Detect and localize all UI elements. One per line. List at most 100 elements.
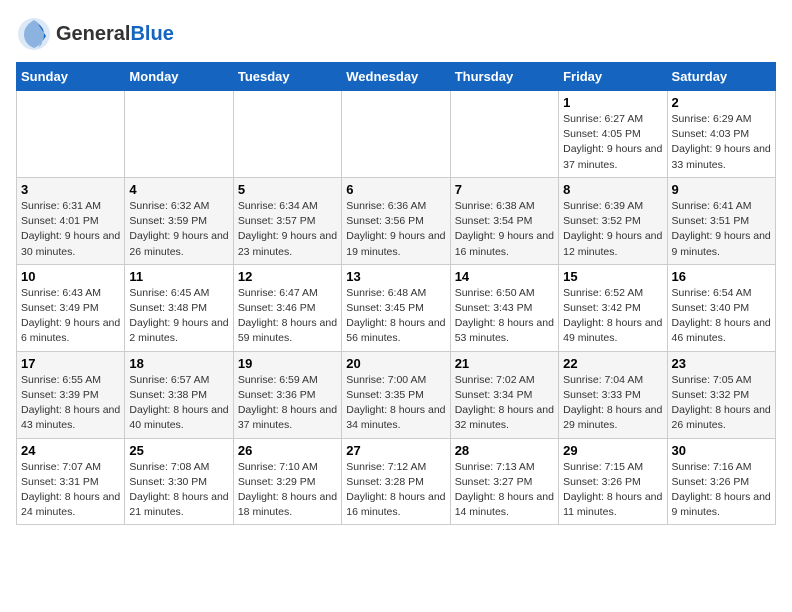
calendar-cell: 15 Sunrise: 6:52 AM Sunset: 3:42 PM Dayli…	[559, 264, 667, 351]
day-number: 15	[563, 269, 662, 284]
day-number: 2	[672, 95, 771, 110]
day-number: 24	[21, 443, 120, 458]
day-number: 30	[672, 443, 771, 458]
day-detail: Sunrise: 6:41 AM Sunset: 3:51 PM Dayligh…	[672, 199, 771, 260]
day-detail: Sunrise: 6:36 AM Sunset: 3:56 PM Dayligh…	[346, 199, 445, 260]
day-detail: Sunrise: 7:05 AM Sunset: 3:32 PM Dayligh…	[672, 373, 771, 434]
day-detail: Sunrise: 7:16 AM Sunset: 3:26 PM Dayligh…	[672, 460, 771, 521]
day-detail: Sunrise: 6:27 AM Sunset: 4:05 PM Dayligh…	[563, 112, 662, 173]
calendar-header-row: SundayMondayTuesdayWednesdayThursdayFrid…	[17, 63, 776, 91]
day-number: 21	[455, 356, 554, 371]
calendar-cell: 30 Sunrise: 7:16 AM Sunset: 3:26 PM Dayli…	[667, 438, 775, 525]
day-number: 20	[346, 356, 445, 371]
calendar-cell: 12Sunrise: 6:47 AM Sunset: 3:46 PM Dayli…	[233, 264, 341, 351]
calendar-cell: 21Sunrise: 7:02 AM Sunset: 3:34 PM Dayli…	[450, 351, 558, 438]
calendar-header-tuesday: Tuesday	[233, 63, 341, 91]
day-number: 19	[238, 356, 337, 371]
day-detail: Sunrise: 7:07 AM Sunset: 3:31 PM Dayligh…	[21, 460, 120, 521]
day-detail: Sunrise: 6:32 AM Sunset: 3:59 PM Dayligh…	[129, 199, 228, 260]
calendar-table: SundayMondayTuesdayWednesdayThursdayFrid…	[16, 62, 776, 525]
day-detail: Sunrise: 6:55 AM Sunset: 3:39 PM Dayligh…	[21, 373, 120, 434]
calendar-cell: 9 Sunrise: 6:41 AM Sunset: 3:51 PM Daylig…	[667, 177, 775, 264]
page-header: GeneralBlue	[16, 16, 776, 52]
calendar-week-3: 10 Sunrise: 6:43 AM Sunset: 3:49 PM Dayli…	[17, 264, 776, 351]
day-detail: Sunrise: 7:08 AM Sunset: 3:30 PM Dayligh…	[129, 460, 228, 521]
calendar-cell	[17, 91, 125, 178]
day-number: 12	[238, 269, 337, 284]
day-number: 29	[563, 443, 662, 458]
day-detail: Sunrise: 7:12 AM Sunset: 3:28 PM Dayligh…	[346, 460, 445, 521]
calendar-cell: 24 Sunrise: 7:07 AM Sunset: 3:31 PM Dayli…	[17, 438, 125, 525]
calendar-week-4: 17 Sunrise: 6:55 AM Sunset: 3:39 PM Dayli…	[17, 351, 776, 438]
calendar-cell: 13 Sunrise: 6:48 AM Sunset: 3:45 PM Dayli…	[342, 264, 450, 351]
day-detail: Sunrise: 6:48 AM Sunset: 3:45 PM Dayligh…	[346, 286, 445, 347]
day-number: 22	[563, 356, 662, 371]
calendar-cell: 22 Sunrise: 7:04 AM Sunset: 3:33 PM Dayli…	[559, 351, 667, 438]
calendar-cell: 4Sunrise: 6:32 AM Sunset: 3:59 PM Daylig…	[125, 177, 233, 264]
day-detail: Sunrise: 7:13 AM Sunset: 3:27 PM Dayligh…	[455, 460, 554, 521]
day-detail: Sunrise: 6:57 AM Sunset: 3:38 PM Dayligh…	[129, 373, 228, 434]
day-number: 6	[346, 182, 445, 197]
calendar-cell: 16 Sunrise: 6:54 AM Sunset: 3:40 PM Dayli…	[667, 264, 775, 351]
calendar-cell: 19 Sunrise: 6:59 AM Sunset: 3:36 PM Dayli…	[233, 351, 341, 438]
day-detail: Sunrise: 7:10 AM Sunset: 3:29 PM Dayligh…	[238, 460, 337, 521]
day-number: 11	[129, 269, 228, 284]
calendar-cell: 28 Sunrise: 7:13 AM Sunset: 3:27 PM Dayli…	[450, 438, 558, 525]
calendar-cell: 27 Sunrise: 7:12 AM Sunset: 3:28 PM Dayli…	[342, 438, 450, 525]
day-detail: Sunrise: 7:00 AM Sunset: 3:35 PM Dayligh…	[346, 373, 445, 434]
day-number: 9	[672, 182, 771, 197]
day-detail: Sunrise: 6:43 AM Sunset: 3:49 PM Dayligh…	[21, 286, 120, 347]
day-number: 7	[455, 182, 554, 197]
calendar-cell: 29 Sunrise: 7:15 AM Sunset: 3:26 PM Dayli…	[559, 438, 667, 525]
day-number: 26	[238, 443, 337, 458]
day-number: 17	[21, 356, 120, 371]
calendar-week-2: 3 Sunrise: 6:31 AM Sunset: 4:01 PM Daylig…	[17, 177, 776, 264]
calendar-cell: 20 Sunrise: 7:00 AM Sunset: 3:35 PM Dayli…	[342, 351, 450, 438]
calendar-cell: 26 Sunrise: 7:10 AM Sunset: 3:29 PM Dayli…	[233, 438, 341, 525]
day-number: 25	[129, 443, 228, 458]
day-number: 14	[455, 269, 554, 284]
calendar-cell: 11 Sunrise: 6:45 AM Sunset: 3:48 PM Dayli…	[125, 264, 233, 351]
day-number: 27	[346, 443, 445, 458]
day-number: 18	[129, 356, 228, 371]
day-detail: Sunrise: 6:50 AM Sunset: 3:43 PM Dayligh…	[455, 286, 554, 347]
calendar-cell: 8 Sunrise: 6:39 AM Sunset: 3:52 PM Daylig…	[559, 177, 667, 264]
day-number: 13	[346, 269, 445, 284]
calendar-cell: 1 Sunrise: 6:27 AM Sunset: 4:05 PM Daylig…	[559, 91, 667, 178]
day-detail: Sunrise: 7:04 AM Sunset: 3:33 PM Dayligh…	[563, 373, 662, 434]
calendar-week-1: 1 Sunrise: 6:27 AM Sunset: 4:05 PM Daylig…	[17, 91, 776, 178]
day-detail: Sunrise: 6:52 AM Sunset: 3:42 PM Dayligh…	[563, 286, 662, 347]
calendar-cell: 2 Sunrise: 6:29 AM Sunset: 4:03 PM Daylig…	[667, 91, 775, 178]
calendar-cell: 17 Sunrise: 6:55 AM Sunset: 3:39 PM Dayli…	[17, 351, 125, 438]
day-number: 8	[563, 182, 662, 197]
calendar-cell: 7 Sunrise: 6:38 AM Sunset: 3:54 PM Daylig…	[450, 177, 558, 264]
calendar-cell	[125, 91, 233, 178]
calendar-cell	[342, 91, 450, 178]
calendar-header-wednesday: Wednesday	[342, 63, 450, 91]
day-detail: Sunrise: 6:39 AM Sunset: 3:52 PM Dayligh…	[563, 199, 662, 260]
day-number: 1	[563, 95, 662, 110]
calendar-week-5: 24 Sunrise: 7:07 AM Sunset: 3:31 PM Dayli…	[17, 438, 776, 525]
day-number: 23	[672, 356, 771, 371]
calendar-cell	[233, 91, 341, 178]
day-number: 5	[238, 182, 337, 197]
day-detail: Sunrise: 6:29 AM Sunset: 4:03 PM Dayligh…	[672, 112, 771, 173]
day-number: 28	[455, 443, 554, 458]
calendar-cell: 5Sunrise: 6:34 AM Sunset: 3:57 PM Daylig…	[233, 177, 341, 264]
calendar-cell: 14 Sunrise: 6:50 AM Sunset: 3:43 PM Dayli…	[450, 264, 558, 351]
logo-blue: Blue	[130, 23, 173, 45]
day-detail: Sunrise: 7:15 AM Sunset: 3:26 PM Dayligh…	[563, 460, 662, 521]
calendar-header-saturday: Saturday	[667, 63, 775, 91]
day-detail: Sunrise: 6:38 AM Sunset: 3:54 PM Dayligh…	[455, 199, 554, 260]
day-detail: Sunrise: 6:45 AM Sunset: 3:48 PM Dayligh…	[129, 286, 228, 347]
day-detail: Sunrise: 6:31 AM Sunset: 4:01 PM Dayligh…	[21, 199, 120, 260]
day-detail: Sunrise: 6:54 AM Sunset: 3:40 PM Dayligh…	[672, 286, 771, 347]
calendar-cell	[450, 91, 558, 178]
calendar-cell: 18 Sunrise: 6:57 AM Sunset: 3:38 PM Dayli…	[125, 351, 233, 438]
day-number: 16	[672, 269, 771, 284]
day-number: 3	[21, 182, 120, 197]
logo: GeneralBlue	[16, 16, 174, 52]
logo-icon	[16, 16, 52, 52]
day-detail: Sunrise: 6:59 AM Sunset: 3:36 PM Dayligh…	[238, 373, 337, 434]
day-number: 10	[21, 269, 120, 284]
